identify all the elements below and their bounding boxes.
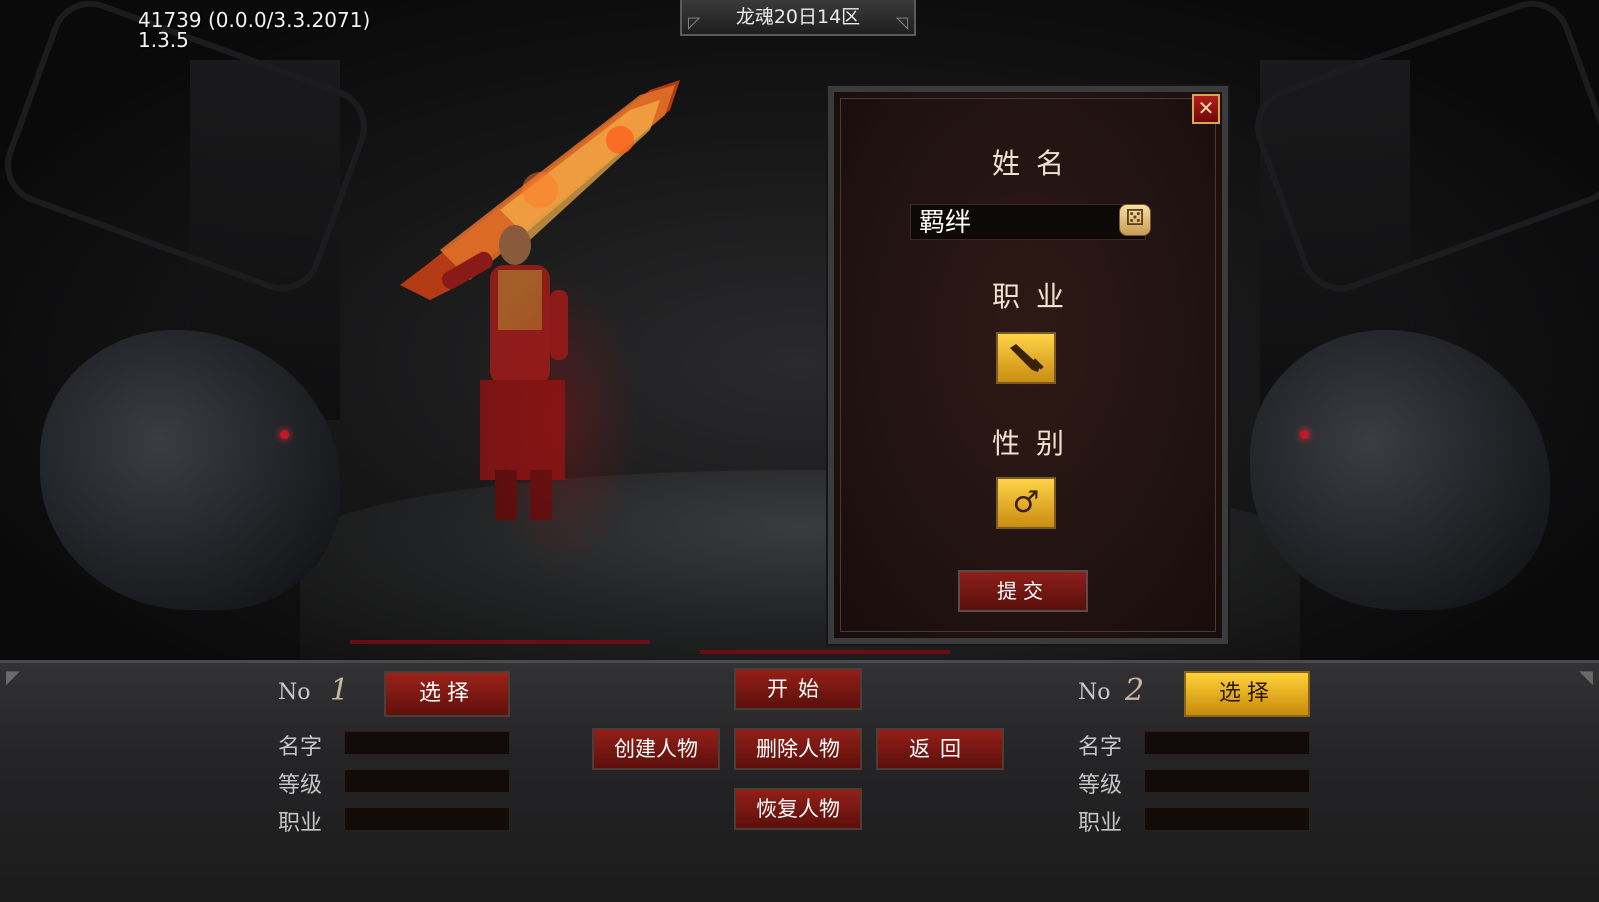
delete-character-button[interactable]: 删除人物 [734, 728, 862, 770]
character-aura [480, 270, 640, 570]
version-line-2: 1.3.5 [138, 28, 189, 52]
slot-1-job-label: 职业 [278, 811, 323, 836]
slot-2-name-label: 名字 [1078, 735, 1123, 760]
slot-1-job-field [344, 807, 510, 831]
start-button[interactable]: 开始 [734, 668, 862, 710]
create-character-button[interactable]: 创建人物 [592, 728, 720, 770]
random-name-dice-icon[interactable]: ⚄ [1119, 204, 1151, 236]
submit-button[interactable]: 提交 [958, 570, 1088, 612]
slot-1-number: 1 [330, 673, 350, 708]
warrior-profession-button[interactable] [996, 332, 1056, 384]
slot-2-level-label: 等级 [1078, 773, 1123, 798]
slot-2-job-label: 职业 [1078, 811, 1123, 836]
slot-1-select-button[interactable]: 选择 [384, 671, 510, 717]
background-scene [0, 0, 1599, 660]
server-name: 龙魂20日14区 [735, 6, 861, 28]
slot-1-level-field [344, 769, 510, 793]
lava-crack [350, 640, 650, 644]
warrior-character [380, 70, 700, 570]
slot-2-number: 2 [1125, 673, 1145, 708]
slot-1-name-field [344, 731, 510, 755]
male-icon: ♂ [1012, 485, 1040, 520]
server-name-tab: ◸ 龙魂20日14区 ◹ [680, 0, 916, 36]
lava-crack [700, 650, 950, 654]
right-dragon-statue [1250, 330, 1550, 610]
gender-label: 性别 [991, 427, 1080, 460]
slot-2-name-field [1144, 731, 1310, 755]
version-info: 41739 (0.0.0/3.3.2071) 1.3.5 [138, 10, 370, 50]
back-button[interactable]: 返回 [876, 728, 1004, 770]
dragon-eye [280, 430, 289, 439]
slot-2-no-label: No [1078, 680, 1111, 705]
profession-label: 职业 [991, 280, 1080, 313]
male-gender-button[interactable]: ♂ [996, 477, 1056, 529]
slot-1-no-label: No [278, 680, 311, 705]
name-input[interactable]: 羁绊 [910, 204, 1146, 240]
slot-1-name-label: 名字 [278, 735, 323, 760]
rivet-icon: ◤ [6, 667, 20, 688]
name-label: 姓名 [991, 147, 1080, 180]
sword-icon [1010, 344, 1044, 372]
close-button[interactable]: ✕ [1192, 94, 1220, 124]
slot-2-job-field [1144, 807, 1310, 831]
version-line-1: 41739 (0.0.0/3.3.2071) [138, 8, 371, 32]
tab-corner-left: ◸ [688, 13, 701, 32]
rivet-icon: ◥ [1579, 667, 1593, 688]
restore-character-button[interactable]: 恢复人物 [734, 788, 862, 830]
tab-corner-right: ◹ [895, 13, 908, 32]
create-character-panel: ✕ 姓名 羁绊 ⚄ 职业 性别 ♂ 提交 [826, 84, 1230, 646]
slot-2-level-field [1144, 769, 1310, 793]
dragon-eye [1300, 430, 1309, 439]
character-select-bar: ◤ ◥ No 1 选择 名字 等级 职业 开始 创建人物 删除人物 返回 恢复人… [0, 660, 1599, 902]
slot-1-level-label: 等级 [278, 773, 323, 798]
slot-2-select-button[interactable]: 选择 [1184, 671, 1310, 717]
